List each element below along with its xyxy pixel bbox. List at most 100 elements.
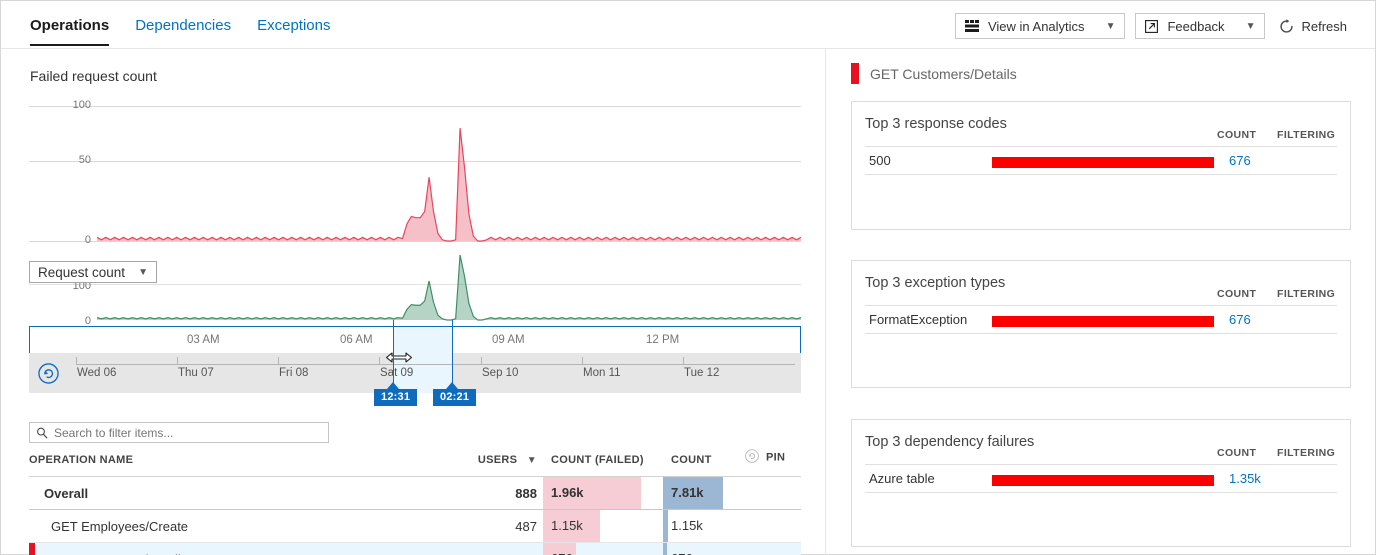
card-col-filtering: FILTERING bbox=[1277, 288, 1335, 300]
command-bar: View in Analytics ▼ Feedback ▼ bbox=[955, 13, 1351, 39]
scrubber-label-5: Mon 11 bbox=[583, 367, 621, 379]
cell-count: 676 bbox=[663, 543, 723, 555]
table-row[interactable]: Overall 888 1.96k 7.81k bbox=[29, 477, 801, 510]
cell-users: 888 bbox=[467, 477, 543, 510]
scrubber-label-1: Thu 07 bbox=[178, 367, 214, 379]
pin-reset-icon bbox=[745, 449, 759, 466]
x-tick-03am: 03 AM bbox=[187, 334, 220, 346]
tab-dependencies[interactable]: Dependencies bbox=[135, 17, 231, 44]
scrubber-label-3: Sat 09 bbox=[380, 367, 413, 379]
col-count[interactable]: COUNT bbox=[663, 449, 723, 477]
selected-operation-name: GET Customers/Details bbox=[870, 66, 1017, 82]
scrubber-label-4: Sep 10 bbox=[482, 367, 518, 379]
metric-select-label: Request count bbox=[38, 265, 125, 280]
cell-operation-name: Overall bbox=[29, 477, 467, 510]
card-row-label: FormatException bbox=[869, 312, 967, 327]
cell-count-failed: 1.15k bbox=[543, 510, 663, 543]
chevron-down-icon: ▼ bbox=[1246, 21, 1256, 32]
cell-pin[interactable] bbox=[723, 510, 801, 543]
left-panel: Failed request count 100 50 0 Request co… bbox=[1, 49, 825, 555]
feedback-button[interactable]: Feedback ▼ bbox=[1135, 13, 1265, 39]
failed-value: 676 bbox=[543, 543, 663, 555]
right-panel: GET Customers/Details Top 3 response cod… bbox=[825, 49, 1376, 555]
operation-name-label: GET Customers/Details bbox=[29, 552, 467, 555]
refresh-icon bbox=[1279, 19, 1294, 34]
count-value: 676 bbox=[663, 543, 723, 555]
card-col-filtering: FILTERING bbox=[1277, 447, 1335, 459]
scrubber-handle-left-marker[interactable] bbox=[387, 382, 399, 389]
count-value: 1.15k bbox=[663, 510, 723, 542]
cell-count-failed: 1.96k bbox=[543, 477, 663, 510]
card-row[interactable]: Azure table 1.35k bbox=[865, 464, 1337, 493]
col-pin[interactable]: PIN bbox=[723, 449, 801, 477]
refresh-button[interactable]: Refresh bbox=[1275, 19, 1351, 34]
card-row-count[interactable]: 676 bbox=[1229, 153, 1251, 168]
view-in-analytics-label: View in Analytics bbox=[988, 19, 1085, 34]
cell-pin[interactable] bbox=[723, 477, 801, 510]
card-title: Top 3 exception types bbox=[865, 275, 1005, 291]
card-response-codes: Top 3 response codes COUNT FILTERING 500… bbox=[851, 101, 1351, 230]
card-col-count: COUNT bbox=[1217, 288, 1256, 300]
cell-operation-name: GET Customers/Details bbox=[29, 543, 467, 555]
card-row-bar bbox=[992, 316, 1214, 327]
failures-blade: Operations Dependencies Exceptions View … bbox=[0, 0, 1376, 555]
failed-request-chart-title: Failed request count bbox=[30, 68, 157, 84]
card-row-bar bbox=[992, 157, 1214, 168]
cell-count: 7.81k bbox=[663, 477, 723, 510]
failed-value: 1.96k bbox=[543, 477, 663, 509]
cell-operation-name: GET Employees/Create bbox=[29, 510, 467, 543]
card-row[interactable]: FormatException 676 bbox=[865, 305, 1337, 334]
request-count-series bbox=[97, 232, 801, 330]
scrubber-handle-left-label: 12:31 bbox=[374, 389, 417, 406]
chart-selection-band bbox=[393, 327, 453, 353]
operations-table: OPERATION NAME USERS ▼ COUNT (FAILED) CO… bbox=[29, 449, 801, 555]
scrubber-label-0: Wed 06 bbox=[77, 367, 116, 379]
view-in-analytics-button[interactable]: View in Analytics ▼ bbox=[955, 13, 1126, 39]
table-row[interactable]: GET Employees/Create 487 1.15k 1.15k bbox=[29, 510, 801, 543]
refresh-label: Refresh bbox=[1301, 19, 1347, 34]
y-tick-100: 100 bbox=[43, 99, 91, 111]
card-row-label: 500 bbox=[869, 153, 891, 168]
card-row-count[interactable]: 1.35k bbox=[1229, 471, 1261, 486]
col-count-failed[interactable]: COUNT (FAILED) bbox=[543, 449, 663, 477]
feedback-label: Feedback bbox=[1167, 19, 1224, 34]
cell-count: 1.15k bbox=[663, 510, 723, 543]
cell-pin[interactable] bbox=[723, 543, 801, 555]
tab-list: Operations Dependencies Exceptions bbox=[30, 17, 330, 46]
reset-zoom-icon[interactable] bbox=[38, 363, 59, 384]
card-exception-types: Top 3 exception types COUNT FILTERING Fo… bbox=[851, 260, 1351, 388]
card-dependency-failures: Top 3 dependency failures COUNT FILTERIN… bbox=[851, 419, 1351, 547]
time-range-scrubber[interactable]: Wed 06 Thu 07 Fri 08 Sat 09 Sep 10 Mon 1… bbox=[29, 353, 801, 393]
chevron-down-icon: ▼ bbox=[521, 455, 537, 466]
table-body: Overall 888 1.96k 7.81k GET Empl bbox=[29, 477, 801, 555]
x-tick-09am: 09 AM bbox=[492, 334, 525, 346]
card-title: Top 3 response codes bbox=[865, 116, 1007, 132]
card-row[interactable]: 500 676 bbox=[865, 146, 1337, 175]
search-input[interactable] bbox=[54, 426, 322, 440]
scrubber-label-2: Fri 08 bbox=[279, 367, 308, 379]
metric-select[interactable]: Request count ▼ bbox=[29, 261, 157, 283]
filter-search-box[interactable] bbox=[29, 422, 329, 443]
tab-bar: Operations Dependencies Exceptions View … bbox=[1, 1, 1375, 49]
card-title: Top 3 dependency failures bbox=[865, 434, 1034, 450]
card-row-count[interactable]: 676 bbox=[1229, 312, 1251, 327]
card-col-count: COUNT bbox=[1217, 447, 1256, 459]
card-col-count: COUNT bbox=[1217, 129, 1256, 141]
search-icon bbox=[36, 427, 48, 439]
table-header-row: OPERATION NAME USERS ▼ COUNT (FAILED) CO… bbox=[29, 449, 801, 477]
col-operation-name[interactable]: OPERATION NAME bbox=[29, 449, 467, 477]
scrubber-handle-right-label: 02:21 bbox=[433, 389, 476, 406]
failed-value: 1.15k bbox=[543, 510, 663, 542]
chevron-down-icon: ▼ bbox=[1106, 21, 1116, 32]
card-row-bar bbox=[992, 475, 1214, 486]
external-link-icon bbox=[1145, 20, 1158, 33]
cell-users: 487 bbox=[467, 510, 543, 543]
analytics-grid-icon bbox=[965, 20, 979, 32]
scrubber-handle-right-marker[interactable] bbox=[446, 382, 458, 389]
col-users[interactable]: USERS ▼ bbox=[467, 449, 543, 477]
tab-exceptions[interactable]: Exceptions bbox=[257, 17, 330, 44]
tab-operations[interactable]: Operations bbox=[30, 17, 109, 46]
card-col-filtering: FILTERING bbox=[1277, 129, 1335, 141]
table-row[interactable]: GET Customers/Details 402 676 676 bbox=[29, 543, 801, 555]
selected-operation-header: GET Customers/Details bbox=[851, 63, 1017, 84]
